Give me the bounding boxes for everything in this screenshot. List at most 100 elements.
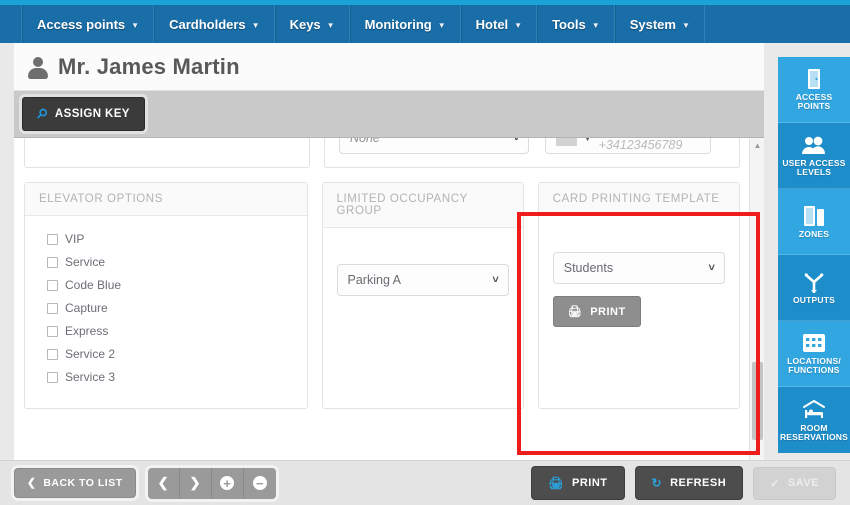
limited-occupancy-select[interactable]: Parking A ˅ [336,264,509,296]
limited-occupancy-value: Parking A [347,273,402,287]
branch-icon [802,271,826,293]
printer-icon: 🖨 [567,306,583,318]
checkbox-icon[interactable] [47,325,58,337]
nav-item-system[interactable]: System ▼ [614,5,705,43]
sidebar-item-user-access-levels[interactable]: USER ACCESS LEVELS [778,123,850,189]
nav-label: Hotel [475,16,509,32]
sidebar-item-label: ZONES [798,228,830,239]
chevron-down-icon: ˅ [708,262,715,274]
sidebar-item-room-reservations[interactable]: ROOM RESERVATIONS [778,387,850,453]
sidebar-item-locations-functions[interactable]: LOCATIONS/ FUNCTIONS [778,321,850,387]
plus-circle-icon: + [220,476,235,490]
elevator-checkbox-express[interactable]: Express [47,324,293,338]
checkbox-label: VIP [65,232,85,246]
nav-item-tools[interactable]: Tools ▼ [537,5,615,43]
flag-placeholder-icon [556,138,577,146]
record-navigation-group: ❮ ❯ + − [147,467,276,499]
scroll-down-arrow-icon[interactable]: ▼ [750,445,764,460]
nav-item-hotel[interactable]: Hotel ▼ [460,5,538,43]
print-button[interactable]: 🖨 PRINT [531,466,625,500]
printer-icon: 🖨 [548,476,565,490]
elevator-checkbox-service-3[interactable]: Service 3 [47,370,293,384]
back-to-list-button[interactable]: ❮ BACK TO LIST [14,468,136,498]
refresh-button[interactable]: ↻ REFRESH [634,466,744,500]
save-button[interactable]: ✓ SAVE [753,466,836,500]
sidebar-item-outputs[interactable]: OUTPUTS [778,255,850,321]
checkbox-label: Service [65,255,106,269]
elevator-checkbox-service-2[interactable]: Service 2 [47,347,293,361]
key-icon: ⚲ [33,104,52,123]
scroll-up-arrow-icon[interactable]: ▲ [750,138,764,153]
sidebar-item-access-points[interactable]: ACCESS POINTS [778,57,850,123]
checkbox-icon[interactable] [47,279,58,291]
checkbox-label: Service 2 [65,347,116,361]
elevator-checkbox-capture[interactable]: Capture [47,301,293,315]
bottom-right-buttons: 🖨 PRINT ↻ REFRESH ✓ SAVE [531,466,836,500]
checkbox-icon[interactable] [47,348,58,360]
nav-label: Cardholders [169,16,246,32]
checkbox-icon[interactable] [47,233,58,245]
chevron-left-icon: ❮ [157,475,169,490]
form-row-top: ▟▟ GENERATE Mobile app None ˅ [14,138,750,168]
next-record-button[interactable]: ❯ [179,467,212,499]
checkbox-icon[interactable] [47,371,58,383]
nav-item-access-points[interactable]: Access points ▼ [22,5,155,43]
assign-key-button[interactable]: ⚲ ASSIGN KEY [22,97,145,131]
chevron-down-icon: ▼ [131,20,140,30]
vertical-scrollbar[interactable]: ▲ ▼ [749,138,764,460]
nav-left-spacer [0,5,22,43]
door-icon [805,68,823,90]
back-to-list-label: BACK TO LIST [43,477,123,489]
chevron-down-icon: ▼ [681,20,690,30]
doors-icon [802,205,826,227]
form-content-area: ▟▟ GENERATE Mobile app None ˅ [14,138,764,460]
checkbox-label: Service 3 [65,370,116,384]
page-title-bar: Mr. James Martin [14,43,764,91]
chevron-left-icon: ❮ [27,477,37,489]
card-printing-template-panel: CARD PRINTING TEMPLATE Students ˅ 🖨 PRIN… [537,182,740,409]
grid-panel-icon [802,332,826,354]
nav-label: Keys [289,16,321,32]
scrollbar-thumb[interactable] [752,362,763,440]
elevator-checkbox-service[interactable]: Service [47,255,293,269]
mobile-app-select[interactable]: None ˅ [339,138,529,154]
contact-panel: Mobile app None ˅ International phone nu… [324,138,740,168]
phone-field: International phone number ▼ e.g. +34123… [545,138,711,154]
bed-icon [801,399,827,421]
print-label: PRINT [572,477,608,489]
chevron-right-icon: ❯ [189,475,201,490]
action-toolbar: ⚲ ASSIGN KEY [14,91,764,138]
add-record-button[interactable]: + [211,467,244,499]
nav-item-cardholders[interactable]: Cardholders ▼ [154,5,275,43]
checkbox-icon[interactable] [47,302,58,314]
sidebar-item-label: ROOM RESERVATIONS [779,422,849,442]
user-icon [28,56,48,79]
prev-record-button[interactable]: ❮ [147,467,180,499]
phone-placeholder: e.g. +34123456789 [598,138,683,152]
checkbox-label: Capture [65,301,108,315]
card-print-button[interactable]: 🖨 PRINT [552,296,641,327]
refresh-label: REFRESH [670,477,727,489]
nav-label: Tools [552,16,586,32]
remove-record-button[interactable]: − [243,467,276,499]
nav-item-monitoring[interactable]: Monitoring ▼ [349,5,461,43]
checkbox-label: Express [65,324,109,338]
elevator-checkbox-vip[interactable]: VIP [47,232,293,246]
nav-label: System [629,16,676,32]
card-template-select[interactable]: Students ˅ [552,252,725,284]
refresh-icon: ↻ [651,476,663,490]
key-code-panel: ▟▟ GENERATE [24,138,310,168]
checkbox-icon[interactable] [47,256,58,268]
right-sidebar: ACCESS POINTS USER ACCESS LEVELS ZONES O… [778,57,850,453]
elevator-checkbox-code-blue[interactable]: Code Blue [47,278,293,292]
nav-item-keys[interactable]: Keys ▼ [274,5,350,43]
sidebar-item-zones[interactable]: ZONES [778,189,850,255]
elevator-options-title: ELEVATOR OPTIONS [25,183,307,216]
sidebar-item-label: OUTPUTS [792,294,835,305]
chevron-down-icon: ▼ [591,20,600,30]
main-navigation-bar: Access points ▼ Cardholders ▼ Keys ▼ Mon… [0,5,850,43]
chevron-down-icon: ▼ [514,20,523,30]
save-label: SAVE [787,477,819,489]
mobile-app-value: None [350,138,380,145]
international-phone-input[interactable]: ▼ e.g. +34123456789 [545,138,711,154]
